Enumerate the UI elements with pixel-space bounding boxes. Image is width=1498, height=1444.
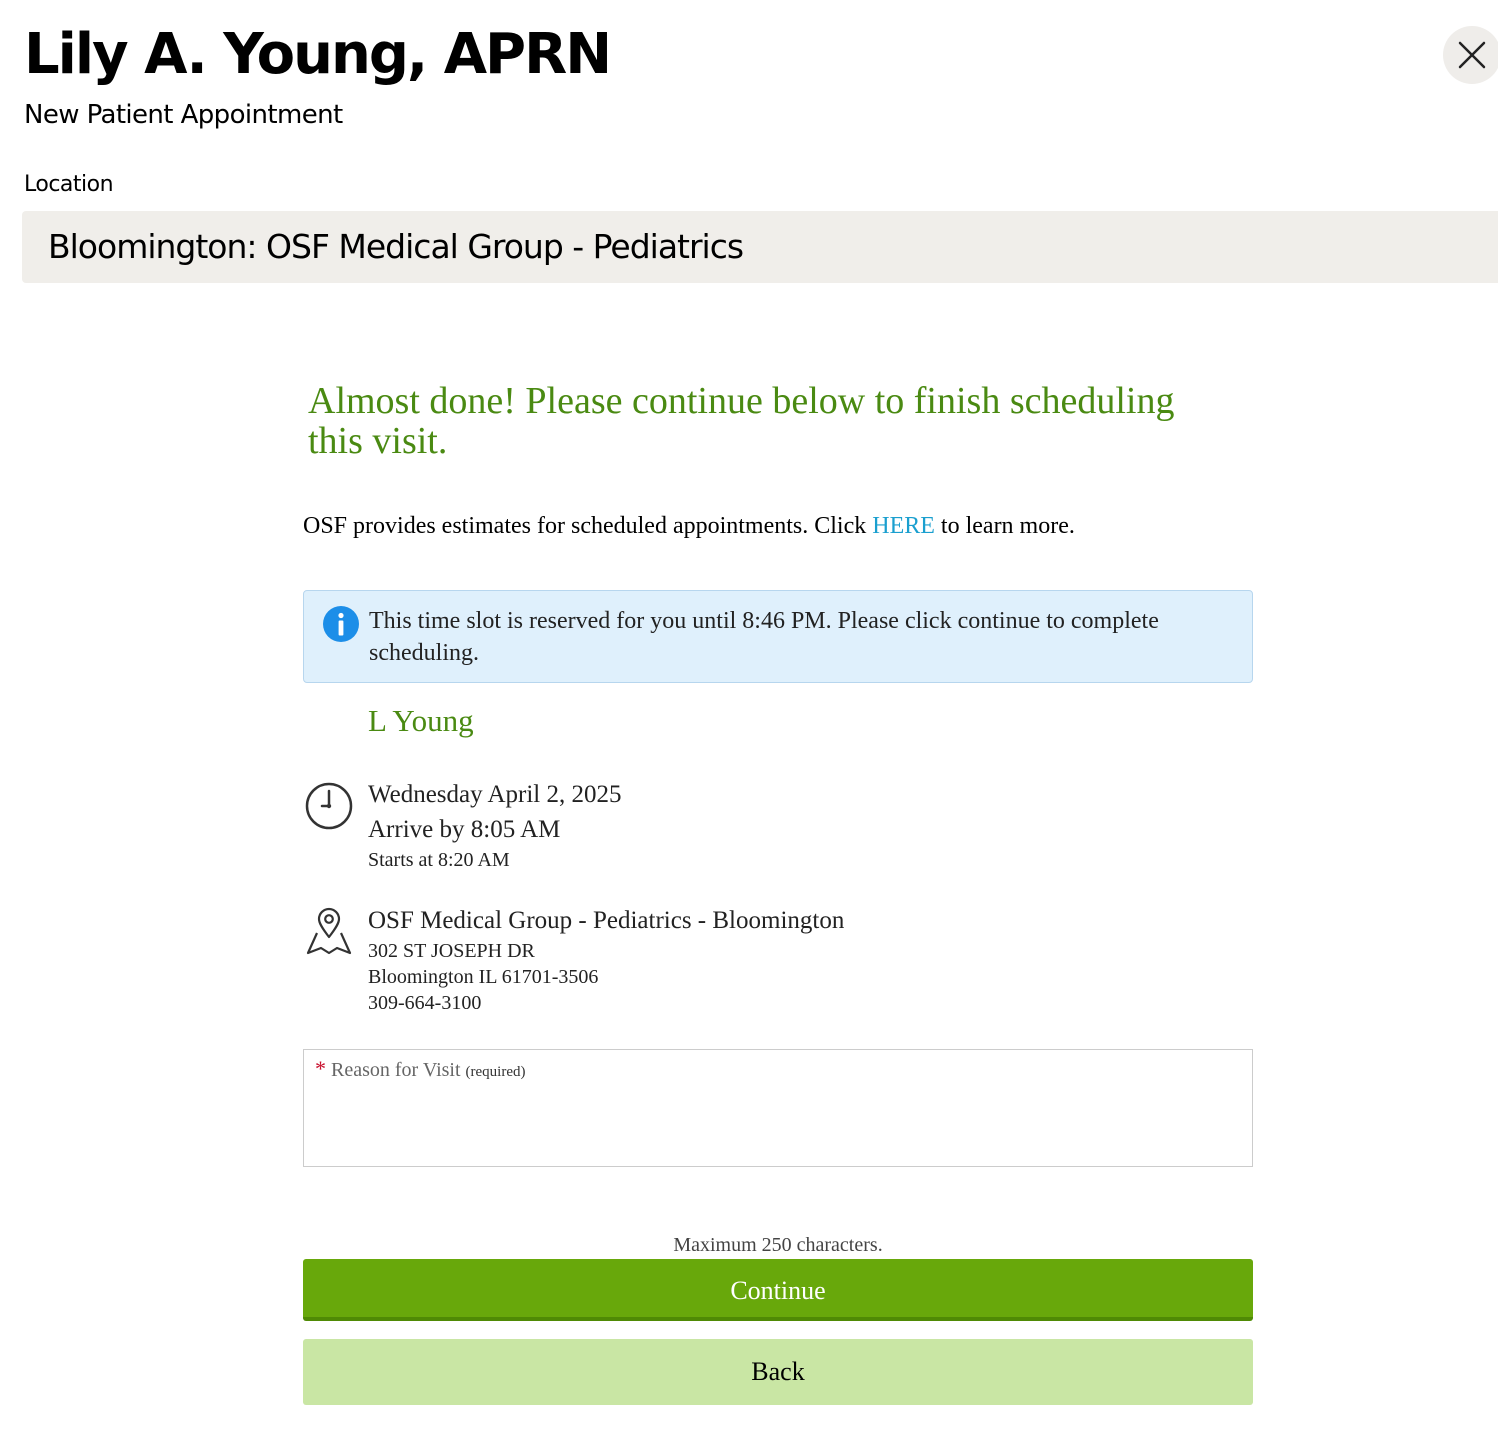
appointment-date: Wednesday April 2, 2025: [368, 781, 622, 808]
estimate-notice: OSF provides estimates for scheduled app…: [303, 513, 1075, 540]
continue-button[interactable]: Continue: [303, 1259, 1253, 1321]
location-select[interactable]: Bloomington: OSF Medical Group - Pediatr…: [22, 211, 1498, 283]
location-label: Location: [24, 172, 114, 197]
close-icon: [1458, 41, 1486, 69]
back-button[interactable]: Back: [303, 1339, 1253, 1405]
patient-name: L Young: [368, 703, 474, 738]
address-line-1: 302 ST JOSEPH DR: [368, 940, 535, 962]
estimate-text-before: OSF provides estimates for scheduled app…: [303, 513, 873, 539]
required-asterisk: *: [315, 1056, 326, 1081]
reason-for-visit-input[interactable]: [314, 1090, 1244, 1160]
max-characters-note: Maximum 250 characters.: [673, 1234, 883, 1256]
address-line-2: Bloomington IL 61701-3506: [368, 966, 599, 988]
almost-done-heading: Almost done! Please continue below to fi…: [308, 380, 1175, 462]
reservation-info-box: This time slot is reserved for you until…: [303, 590, 1253, 683]
reason-label-text: Reason for Visit: [331, 1059, 461, 1081]
reason-label: * Reason for Visit (required): [315, 1056, 526, 1082]
reason-for-visit-field[interactable]: * Reason for Visit (required): [303, 1049, 1253, 1167]
arrive-by-time: Arrive by 8:05 AM: [368, 816, 561, 843]
clock-icon: [305, 782, 353, 830]
location-selected-value: Bloomington: OSF Medical Group - Pediatr…: [48, 227, 744, 266]
estimate-here-link[interactable]: HERE: [872, 513, 935, 539]
info-icon: [323, 606, 359, 642]
close-button[interactable]: [1443, 26, 1498, 84]
estimate-text-after: to learn more.: [934, 513, 1075, 539]
provider-name: Lily A. Young, APRN: [24, 22, 612, 87]
start-time: Starts at 8:20 AM: [368, 849, 510, 871]
clinic-phone: 309-664-3100: [368, 992, 482, 1014]
map-pin-icon: [306, 907, 352, 955]
reservation-message: This time slot is reserved for you until…: [369, 608, 1159, 666]
clinic-name: OSF Medical Group - Pediatrics - Bloomin…: [368, 907, 845, 934]
appointment-type: New Patient Appointment: [24, 100, 343, 130]
required-note: (required): [465, 1064, 526, 1080]
